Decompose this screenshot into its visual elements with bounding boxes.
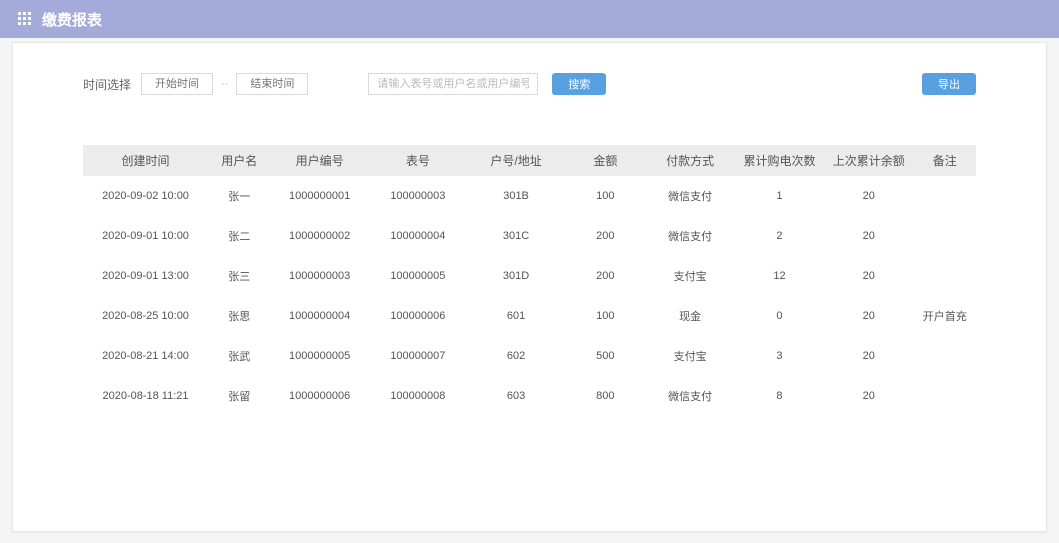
cell-meterno: 100000006	[369, 296, 467, 336]
content-card: 时间选择 -- 搜索 导出 创建时间 用户名 用户编号 表号 户号/地址 金额 …	[12, 42, 1047, 532]
table-row: 2020-09-02 10:00张一1000000001100000003301…	[83, 176, 976, 216]
cell-userno: 1000000005	[271, 336, 369, 376]
cell-lastbal: 20	[824, 376, 913, 416]
table-row: 2020-08-21 14:00张武1000000005100000007602…	[83, 336, 976, 376]
cell-count: 12	[735, 256, 824, 296]
cell-note: 开户首充	[913, 296, 976, 336]
cell-userno: 1000000003	[271, 256, 369, 296]
cell-lastbal: 20	[824, 256, 913, 296]
cell-addr: 603	[467, 376, 565, 416]
cell-paytype: 微信支付	[646, 176, 735, 216]
table-row: 2020-08-25 10:00张思1000000004100000006601…	[83, 296, 976, 336]
cell-created: 2020-09-01 13:00	[83, 256, 208, 296]
th-meterno: 表号	[369, 145, 467, 176]
cell-count: 2	[735, 216, 824, 256]
cell-username: 张一	[208, 176, 271, 216]
th-username: 用户名	[208, 145, 271, 176]
time-label: 时间选择	[83, 76, 131, 93]
th-lastbal: 上次累计余额	[824, 145, 913, 176]
th-addr: 户号/地址	[467, 145, 565, 176]
cell-note	[913, 176, 976, 216]
cell-addr: 301C	[467, 216, 565, 256]
cell-meterno: 100000008	[369, 376, 467, 416]
cell-username: 张思	[208, 296, 271, 336]
search-button[interactable]: 搜索	[552, 73, 606, 95]
cell-count: 3	[735, 336, 824, 376]
cell-created: 2020-08-21 14:00	[83, 336, 208, 376]
cell-count: 8	[735, 376, 824, 416]
cell-meterno: 100000005	[369, 256, 467, 296]
cell-created: 2020-09-01 10:00	[83, 216, 208, 256]
cell-meterno: 100000007	[369, 336, 467, 376]
cell-paytype: 支付宝	[646, 256, 735, 296]
end-date-input[interactable]	[236, 73, 308, 95]
cell-paytype: 微信支付	[646, 216, 735, 256]
page-title: 缴费报表	[42, 9, 102, 30]
search-input[interactable]	[368, 73, 538, 95]
cell-meterno: 100000004	[369, 216, 467, 256]
cell-paytype: 支付宝	[646, 336, 735, 376]
date-separator: --	[221, 78, 228, 90]
cell-addr: 602	[467, 336, 565, 376]
cell-username: 张二	[208, 216, 271, 256]
cell-amount: 500	[565, 336, 645, 376]
th-paytype: 付款方式	[646, 145, 735, 176]
export-button[interactable]: 导出	[922, 73, 976, 95]
cell-amount: 100	[565, 296, 645, 336]
cell-created: 2020-08-25 10:00	[83, 296, 208, 336]
cell-note	[913, 216, 976, 256]
cell-addr: 301D	[467, 256, 565, 296]
cell-created: 2020-08-18 11:21	[83, 376, 208, 416]
table-row: 2020-09-01 13:00张三1000000003100000005301…	[83, 256, 976, 296]
cell-lastbal: 20	[824, 336, 913, 376]
cell-lastbal: 20	[824, 176, 913, 216]
cell-count: 1	[735, 176, 824, 216]
cell-amount: 800	[565, 376, 645, 416]
th-count: 累计购电次数	[735, 145, 824, 176]
th-amount: 金额	[565, 145, 645, 176]
cell-note	[913, 256, 976, 296]
cell-lastbal: 20	[824, 216, 913, 256]
cell-userno: 1000000006	[271, 376, 369, 416]
cell-note	[913, 376, 976, 416]
cell-count: 0	[735, 296, 824, 336]
cell-note	[913, 336, 976, 376]
cell-addr: 301B	[467, 176, 565, 216]
cell-userno: 1000000001	[271, 176, 369, 216]
cell-meterno: 100000003	[369, 176, 467, 216]
table-header-row: 创建时间 用户名 用户编号 表号 户号/地址 金额 付款方式 累计购电次数 上次…	[83, 145, 976, 176]
cell-amount: 200	[565, 216, 645, 256]
th-created: 创建时间	[83, 145, 208, 176]
cell-userno: 1000000004	[271, 296, 369, 336]
cell-userno: 1000000002	[271, 216, 369, 256]
cell-paytype: 现金	[646, 296, 735, 336]
cell-username: 张留	[208, 376, 271, 416]
th-userno: 用户编号	[271, 145, 369, 176]
cell-amount: 200	[565, 256, 645, 296]
cell-username: 张武	[208, 336, 271, 376]
payment-table: 创建时间 用户名 用户编号 表号 户号/地址 金额 付款方式 累计购电次数 上次…	[83, 145, 976, 416]
th-note: 备注	[913, 145, 976, 176]
table-row: 2020-08-18 11:21张留1000000006100000008603…	[83, 376, 976, 416]
cell-paytype: 微信支付	[646, 376, 735, 416]
cell-username: 张三	[208, 256, 271, 296]
table-row: 2020-09-01 10:00张二1000000002100000004301…	[83, 216, 976, 256]
start-date-input[interactable]	[141, 73, 213, 95]
filter-bar: 时间选择 -- 搜索 导出	[83, 73, 976, 95]
grid-icon	[18, 12, 32, 26]
cell-created: 2020-09-02 10:00	[83, 176, 208, 216]
cell-amount: 100	[565, 176, 645, 216]
page-header: 缴费报表	[0, 0, 1059, 38]
cell-lastbal: 20	[824, 296, 913, 336]
cell-addr: 601	[467, 296, 565, 336]
